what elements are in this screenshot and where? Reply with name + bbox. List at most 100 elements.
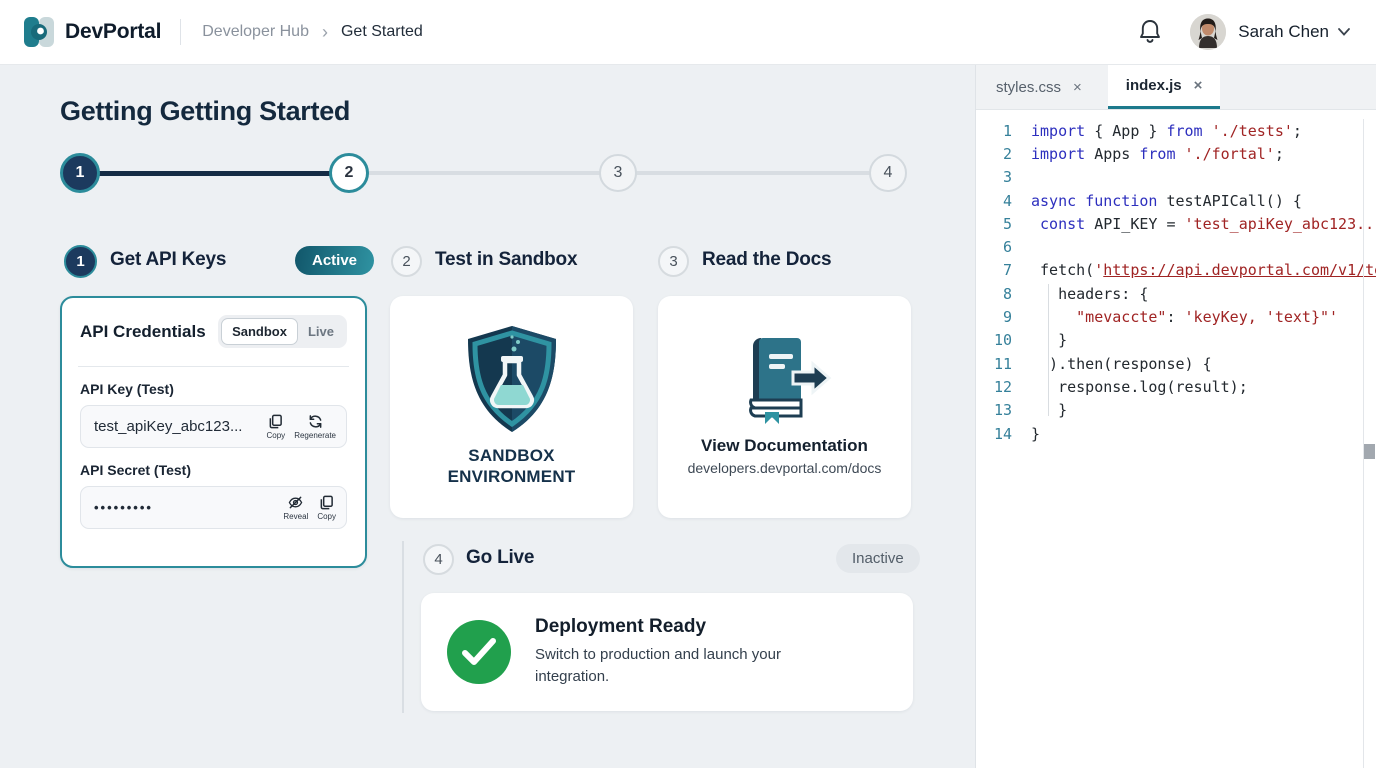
- shield-flask-icon: [461, 323, 563, 435]
- step4-title: Go Live: [466, 547, 534, 569]
- api-credentials-card: API Credentials Sandbox Live API Key (Te…: [60, 296, 367, 568]
- close-icon[interactable]: ×: [1194, 77, 1203, 94]
- code-line: 4async function testAPICall() {: [976, 189, 1376, 212]
- copy-icon: [268, 414, 283, 429]
- code-line: 6: [976, 235, 1376, 258]
- app-window: DevPortal Developer Hub › Get Started Sa…: [0, 0, 1376, 768]
- copy-icon: [319, 495, 334, 510]
- stepper-node-2[interactable]: 2: [329, 153, 369, 193]
- toggle-sandbox[interactable]: Sandbox: [221, 318, 298, 345]
- code-area[interactable]: 1import { App } from './tests';2import A…: [976, 110, 1376, 768]
- step2-number: 2: [391, 246, 422, 277]
- line-number: 14: [976, 425, 1012, 443]
- copy-key-button[interactable]: Copy: [267, 414, 286, 440]
- toggle-live[interactable]: Live: [298, 319, 344, 344]
- code-line: 3: [976, 166, 1376, 189]
- code-line: 7 fetch('https://api.devportal.com/v1/te…: [976, 259, 1376, 282]
- line-number: 12: [976, 378, 1012, 396]
- tab-styles-css[interactable]: styles.css ×: [978, 65, 1100, 109]
- api-secret-label: API Secret (Test): [80, 462, 347, 478]
- golive-card-title: Deployment Ready: [535, 616, 825, 638]
- main-content: Getting Getting Started 1 2 3 4 1 Get AP…: [0, 65, 975, 768]
- step1-status-badge: Active: [295, 246, 374, 275]
- line-number: 9: [976, 308, 1012, 326]
- card-divider: [78, 366, 349, 367]
- breadcrumb-current: Get Started: [341, 23, 423, 41]
- golive-section-divider: [402, 541, 404, 713]
- docs-card[interactable]: View Documentation developers.devportal.…: [658, 296, 911, 518]
- step1-title: Get API Keys: [110, 249, 226, 271]
- tab-label: index.js: [1126, 77, 1182, 94]
- code-line: 12 response.log(result);: [976, 375, 1376, 398]
- code-line: 2import Apps from './fortal';: [976, 142, 1376, 165]
- page-title: Getting Getting Started: [60, 96, 350, 127]
- tab-index-js[interactable]: index.js ×: [1108, 65, 1221, 109]
- code-line: 1import { App } from './tests';: [976, 119, 1376, 142]
- code-line: 11 ).then(response) {: [976, 352, 1376, 375]
- step4-status-badge: Inactive: [836, 544, 920, 573]
- sandbox-caption-line2: ENVIRONMENT: [448, 466, 576, 487]
- top-bar: DevPortal Developer Hub › Get Started Sa…: [0, 0, 1376, 65]
- stepper-node-1[interactable]: 1: [60, 153, 100, 193]
- devportal-logo-icon: [24, 17, 54, 47]
- step1-number: 1: [64, 245, 97, 278]
- golive-card-description: Switch to production and launch your int…: [535, 644, 825, 688]
- stepper-track-todo: [622, 171, 890, 175]
- chevron-down-icon[interactable]: [1338, 28, 1350, 36]
- sandbox-caption-line1: SANDBOX: [448, 445, 576, 466]
- breadcrumb-chevron-icon: ›: [322, 22, 328, 43]
- line-number: 7: [976, 261, 1012, 279]
- sandbox-caption: SANDBOX ENVIRONMENT: [448, 445, 576, 488]
- stepper-track-todo: [353, 171, 620, 175]
- user-name[interactable]: Sarah Chen: [1238, 22, 1329, 42]
- book-arrow-icon: [731, 338, 839, 424]
- regenerate-key-button[interactable]: Regenerate: [294, 414, 336, 440]
- api-key-value: test_apiKey_abc123...: [94, 418, 258, 435]
- scrollbar-thumb[interactable]: [1364, 444, 1375, 459]
- code-lines: 1import { App } from './tests';2import A…: [976, 119, 1376, 445]
- step4-number: 4: [423, 544, 454, 575]
- code-line: 8 headers: {: [976, 282, 1376, 305]
- code-line: 13 }: [976, 399, 1376, 422]
- api-key-field: test_apiKey_abc123... Copy Rege: [80, 405, 347, 448]
- reveal-secret-button[interactable]: Reveal: [283, 495, 308, 521]
- api-secret-field: ••••••••• Reveal Copy: [80, 486, 347, 529]
- docs-url[interactable]: developers.devportal.com/docs: [688, 460, 882, 476]
- code-editor-panel: styles.css × index.js × 1import { App } …: [975, 65, 1376, 768]
- code-line: 9 "mevaccte": 'keyKey, 'text}"': [976, 305, 1376, 328]
- tab-label: styles.css: [996, 79, 1061, 96]
- notification-bell-icon[interactable]: [1138, 19, 1162, 45]
- brand-name: DevPortal: [65, 20, 161, 44]
- copy-secret-button[interactable]: Copy: [317, 495, 336, 521]
- regenerate-icon: [308, 414, 323, 429]
- stepper-track-done: [84, 171, 351, 176]
- code-line: 14}: [976, 422, 1376, 445]
- docs-title[interactable]: View Documentation: [701, 436, 868, 456]
- code-line: 5 const API_KEY = 'test_apiKey_abc123...…: [976, 212, 1376, 235]
- editor-scrollbar[interactable]: [1363, 119, 1376, 768]
- line-number: 4: [976, 192, 1012, 210]
- stepper-node-3[interactable]: 3: [599, 154, 637, 192]
- topbar-divider: [180, 19, 181, 45]
- api-secret-value: •••••••••: [94, 500, 274, 515]
- success-check-icon: [447, 620, 511, 684]
- line-number: 8: [976, 285, 1012, 303]
- line-number: 1: [976, 122, 1012, 140]
- close-icon[interactable]: ×: [1073, 79, 1082, 96]
- copy-label: Copy: [317, 512, 336, 521]
- step3-title: Read the Docs: [702, 249, 831, 271]
- eye-off-icon: [288, 495, 303, 510]
- breadcrumb-parent[interactable]: Developer Hub: [202, 23, 309, 41]
- line-number: 13: [976, 401, 1012, 419]
- line-number: 6: [976, 238, 1012, 256]
- regenerate-label: Regenerate: [294, 431, 336, 440]
- editor-tab-bar: styles.css × index.js ×: [976, 65, 1376, 110]
- line-number: 2: [976, 145, 1012, 163]
- code-line: 10 }: [976, 329, 1376, 352]
- user-avatar[interactable]: [1190, 14, 1226, 50]
- line-number: 5: [976, 215, 1012, 233]
- sandbox-card: SANDBOX ENVIRONMENT: [390, 296, 633, 518]
- deployment-ready-card: Deployment Ready Switch to production an…: [421, 593, 913, 711]
- line-number: 10: [976, 331, 1012, 349]
- stepper-node-4[interactable]: 4: [869, 154, 907, 192]
